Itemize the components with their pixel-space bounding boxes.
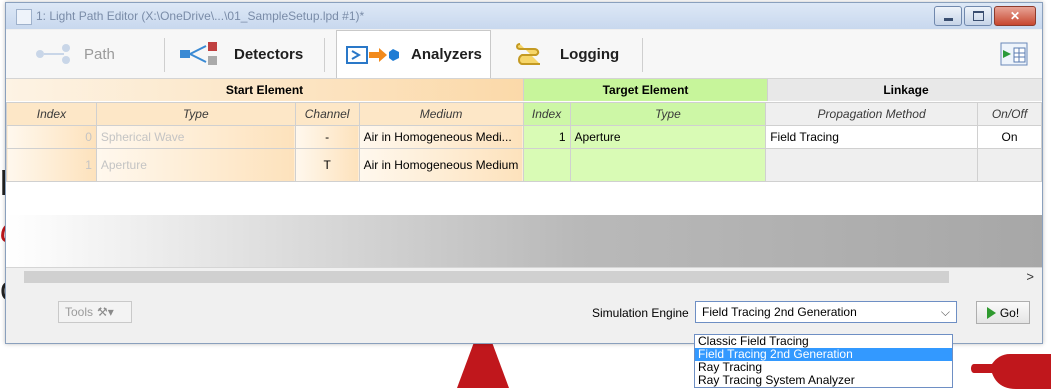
simulation-engine-dropdown: Classic Field Tracing Field Tracing 2nd … [694,334,953,388]
cell-on-off[interactable] [976,148,1042,182]
tab-path-label: Path [84,45,115,63]
simulation-engine-value: Field Tracing 2nd Generation [702,305,857,319]
cell-start-type[interactable]: Aperture [95,148,296,182]
col-start-type[interactable]: Type [95,102,296,126]
logging-icon [516,43,540,65]
cell-target-type[interactable]: Aperture [569,125,767,149]
tab-analyzers-label: Analyzers [411,46,482,63]
analyzers-icon [346,45,399,64]
col-target-type[interactable]: Type [569,102,767,126]
title-bar[interactable]: 1: Light Path Editor (X:\OneDrive\...\01… [6,3,1042,29]
tools-dropdown-icon: ⚒▾ [97,305,114,319]
scroll-right-icon[interactable]: > [1026,269,1034,284]
window-title: 1: Light Path Editor (X:\OneDrive\...\01… [36,9,365,23]
header-target-element: Target Element [524,79,768,101]
go-label: Go! [999,305,1020,320]
col-target-index[interactable]: Index [522,102,571,126]
close-button[interactable]: ✕ [994,6,1036,26]
col-start-index[interactable]: Index [6,102,97,126]
light-path-table: Start Element Target Element Linkage Ind… [6,79,1042,285]
export-table-icon[interactable] [1000,42,1028,66]
horizontal-scrollbar[interactable]: > [6,267,1042,285]
maximize-icon [972,11,984,21]
tab-path[interactable]: Path [34,30,115,78]
light-path-editor-window: 1: Light Path Editor (X:\OneDrive\...\01… [5,2,1043,344]
maximize-button[interactable] [964,6,992,26]
col-channel[interactable]: Channel [294,102,360,126]
empty-grid-area [6,215,1042,267]
tools-label: Tools [65,305,94,319]
cell-start-index[interactable]: 1 [6,148,97,182]
tab-analyzers[interactable]: Analyzers [336,30,491,78]
close-icon: ✕ [1009,9,1021,23]
cell-medium[interactable]: Air in Homogeneous Medi... [358,125,524,149]
cell-propagation-method[interactable] [765,148,978,182]
scrollbar-thumb[interactable] [24,271,949,283]
simulation-engine-label: Simulation Engine [592,306,689,320]
cell-medium[interactable]: Air in Homogeneous Medium [358,148,524,182]
pointing-hand-icon [971,354,1051,389]
path-icon [36,44,70,64]
simulation-engine-select[interactable]: Field Tracing 2nd Generation ⌵ [695,301,957,323]
tab-logging[interactable]: Logging [514,30,619,78]
go-button[interactable]: Go! [976,301,1030,324]
cell-start-index[interactable]: 0 [6,125,97,149]
detectors-icon [180,42,217,65]
minimize-icon [943,17,953,21]
cell-start-type[interactable]: Spherical Wave [95,125,296,149]
dropdown-option-ray-tracing-system-analyzer[interactable]: Ray Tracing System Analyzer [695,374,952,387]
table-row[interactable]: 1 Aperture T Air in Homogeneous Medium [6,148,1042,182]
cell-channel[interactable]: - [294,125,360,149]
table-row[interactable]: 0 Spherical Wave - Air in Homogeneous Me… [6,125,1042,149]
cell-target-index[interactable]: 1 [522,125,571,149]
tools-button[interactable]: Tools ⚒▾ [58,301,132,323]
cell-channel[interactable]: T [294,148,360,182]
header-start-element: Start Element [6,79,524,101]
cell-propagation-method[interactable]: Field Tracing [765,125,978,149]
toolbar: Path Detectors Analyzers Logging [6,30,1042,79]
cell-target-index[interactable] [522,148,571,182]
header-linkage: Linkage [768,79,1042,101]
tab-detectors-label: Detectors [234,45,304,63]
col-on-off[interactable]: On/Off [976,102,1042,126]
app-icon [16,9,32,25]
minimize-button[interactable] [934,6,962,26]
play-icon [986,306,996,319]
cell-on-off[interactable]: On [976,125,1042,149]
cell-target-type[interactable] [569,148,767,182]
col-propagation-method[interactable]: Propagation Method [765,102,978,126]
tab-logging-label: Logging [560,45,620,63]
tab-detectors[interactable]: Detectors [178,30,303,78]
chevron-down-icon: ⌵ [940,305,950,319]
col-medium[interactable]: Medium [358,102,524,126]
